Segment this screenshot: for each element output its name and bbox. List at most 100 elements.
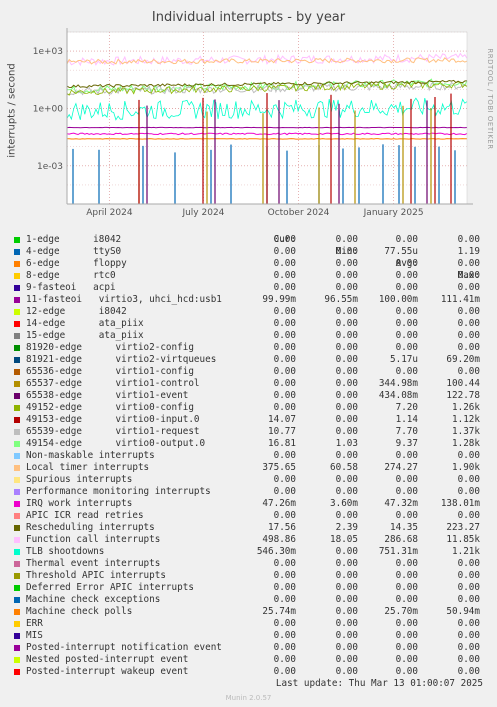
legend-min: 0.00 [335,426,358,437]
legend-cur: 0.00 [273,630,296,641]
legend-max: 0.00 [457,570,480,581]
legend-row: Non-maskable interrupts 0.00 0.00 0.00 0.00 [14,450,494,462]
legend-row: Function call interrupts 498.86 18.05 286.6… [14,534,494,546]
legend-avg: 751.31m [378,546,418,557]
y-tick-label: 1e+00 [33,104,64,114]
legend-swatch [14,285,20,291]
legend-max: 1.12k [452,414,480,425]
legend-min: 0.00 [335,654,358,665]
legend-min: 0.00 [335,378,358,389]
legend-max: 0.00 [457,330,480,341]
legend-cur: 0.00 [273,342,296,353]
legend-min: 0.00 [335,246,358,257]
legend-cur: 0.00 [273,378,296,389]
legend-swatch [14,237,20,243]
legend-max: 0.00 [457,510,480,521]
legend-avg: 14.35 [390,522,418,533]
y-tick-label: 1e-03 [37,162,63,172]
legend-max: 0.00 [457,558,480,569]
legend-max: 0.00 [457,306,480,317]
legend-name: 65537-edge virtio1-control [26,378,200,389]
legend-min: 0.00 [335,234,358,245]
legend-min: 0.00 [335,666,358,677]
legend-row: 15-edge ata_piix 0.00 0.00 0.00 0.00 [14,330,494,342]
legend-cur: 546.30m [256,546,296,557]
legend-min: 96.55m [324,294,358,305]
legend-name: 14-edge ata_piix [26,318,144,329]
legend-row: MIS 0.00 0.00 0.00 0.00 [14,630,494,642]
legend-avg: 0.00 [395,594,418,605]
legend-min: 0.00 [335,354,358,365]
legend-row: 49153-edge virtio0-input.0 14.07 0.00 1.14 1… [14,414,494,426]
legend-row: Threshold APIC interrupts 0.00 0.00 0.00 0.0… [14,570,494,582]
munin-footer: Munin 2.0.57 [225,694,272,702]
legend-max: 0.00 [457,642,480,653]
legend-cur: 10.77 [268,426,296,437]
legend-name: Rescheduling interrupts [26,522,155,533]
legend-name: 15-edge ata_piix [26,330,144,341]
legend-max: 0.00 [457,342,480,353]
legend-max: 0.00 [457,258,480,269]
legend-cur: 0.00 [273,486,296,497]
legend-max: 1.21k [452,546,480,557]
legend-name: 49154-edge virtio0-output.0 [26,438,206,449]
legend-avg: 1.14 [395,414,418,425]
legend-row: Nested posted-interrupt event 0.00 0.00 0.0… [14,654,494,666]
legend-avg: 0.00 [395,558,418,569]
legend-row: 8-edge rtc0 0.00 0.00 0.00 0.00 [14,270,494,282]
legend-swatch [14,633,20,639]
legend-max: 0.00 [457,474,480,485]
legend-cur: 0.00 [273,654,296,665]
legend-avg: 0.00 [395,582,418,593]
legend-row: 65538-edge virtio1-event 0.00 0.00 434.08m 1… [14,390,494,402]
legend-avg: 274.27 [384,462,418,473]
legend-avg: 0.00 [395,234,418,245]
legend-row: Local timer interrupts 375.65 60.58 274.27 1… [14,462,494,474]
legend-swatch [14,321,20,327]
last-update: Last update: Thu Mar 13 01:00:07 2025 [275,678,483,689]
legend-avg: 0.00 [395,666,418,677]
legend-name: 8-edge rtc0 [26,270,116,281]
legend-min: 0.00 [335,342,358,353]
legend-cur: 99.99m [262,294,296,305]
legend-cur: 47.26m [262,498,296,509]
legend-name: TLB shootdowns [26,546,105,557]
legend-row: 65539-edge virtio1-request 10.77 0.00 7.70 1… [14,426,494,438]
legend-min: 0.00 [335,630,358,641]
legend-avg: 0.00 [395,654,418,665]
legend-swatch [14,273,20,279]
legend-swatch [14,261,20,267]
legend-avg: 0.00 [395,282,418,293]
legend-cur: 0.00 [273,366,296,377]
legend-name: Non-maskable interrupts [26,450,155,461]
legend-name: Nested posted-interrupt event [26,654,189,665]
legend-max: 100.44 [446,378,480,389]
legend-cur: 0.00 [273,390,296,401]
legend-swatch [14,645,20,651]
legend-cur: 0.00 [273,582,296,593]
legend-swatch [14,417,20,423]
legend-name: Spurious interrupts [26,474,133,485]
legend-max: 0.00 [457,282,480,293]
legend-swatch [14,525,20,531]
legend-cur: 0.00 [273,570,296,581]
legend-swatch [14,333,20,339]
legend-min: 0.00 [335,258,358,269]
legend-max: 122.78 [446,390,480,401]
legend-avg: 0.00 [395,330,418,341]
legend-swatch [14,369,20,375]
legend-max: 0.00 [457,582,480,593]
legend-min: 0.00 [335,450,358,461]
legend-cur: 498.86 [262,534,296,545]
legend-row: 14-edge ata_piix 0.00 0.00 0.00 0.00 [14,318,494,330]
legend-avg: 9.37 [395,438,418,449]
legend-cur: 0.00 [273,402,296,413]
legend-avg: 5.17u [390,354,418,365]
legend-swatch [14,597,20,603]
legend-min: 0.00 [335,474,358,485]
legend-swatch [14,297,20,303]
legend-name: 9-fasteoi acpi [26,282,116,293]
legend-min: 0.00 [335,558,358,569]
legend-avg: 0.00 [395,630,418,641]
legend-row: 6-edge floppy 0.00 0.00 0.00 0.00 [14,258,494,270]
